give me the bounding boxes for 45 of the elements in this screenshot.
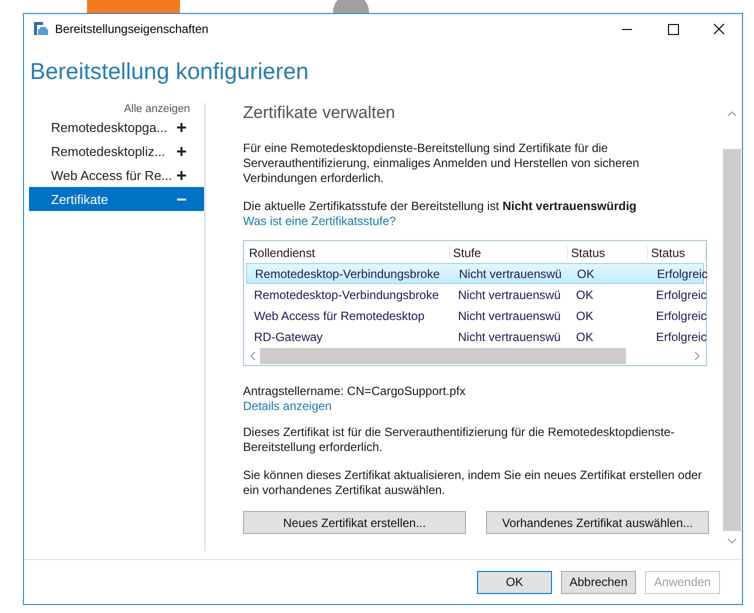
- app-icon: [33, 21, 49, 37]
- details-link[interactable]: Details anzeigen: [243, 399, 332, 413]
- table-cell-text: OK: [576, 266, 596, 280]
- table-cell-text: Nicht vertrauenswü: [458, 266, 563, 280]
- certificate-level-text: Die aktuelle Zertifikatsstufe der Bereitstellung ist Nicht vertrauenswürdig: [243, 199, 638, 214]
- table-cell-text: RD-Gateway: [253, 330, 324, 344]
- table-cell-text: Remotedesktop-Verbindungsbroke: [253, 288, 440, 302]
- vertical-scrollbar-thumb[interactable]: [723, 149, 741, 531]
- certificate-action-button[interactable]: Vorhandenes Zertifikat auswählen...: [486, 511, 709, 534]
- requirement-text: Dieses Zertifikat ist für die Serverauthentifizierung für die Remotedesktopdienste-Bereitstellung erforderlich.: [243, 425, 676, 455]
- table-cell-text: Remotedesktop-Verbindungsbroke: [254, 266, 441, 280]
- table-cell-text: OK: [575, 330, 594, 344]
- column-header[interactable]: Rollendienst: [246, 246, 450, 260]
- table-row[interactable]: RD-Gateway Nicht vertrauenswü OK Erfolgreic: [246, 326, 704, 347]
- table-cell-text: Nicht vertrauenswü: [457, 330, 562, 344]
- column-header[interactable]: Stufe: [450, 246, 568, 260]
- table-row[interactable]: Remotedesktop-Verbindungsbroke Nicht vertrauenswü OK Erfolgreic: [246, 284, 704, 305]
- dialog-heading: Bereitstellung konfigurieren: [30, 58, 310, 86]
- table-cell-text: Erfolgreic: [655, 308, 706, 322]
- certificate-action-button[interactable]: Neues Zertifikat erstellen...: [243, 511, 466, 534]
- intro-text: Für eine Remotedesktopdienste-Bereitstellung sind Zertifikate für die Serverauthentifizierung, einmaliges Anmelden und Herstellen von sicheren Verbindungen erforderlich.: [243, 141, 640, 186]
- table-cell-text: OK: [575, 288, 594, 302]
- table-cell-text: OK: [575, 308, 594, 322]
- horizontal-scrollbar-thumb[interactable]: [260, 348, 626, 364]
- dialog-button[interactable]: Abbrechen: [561, 570, 636, 594]
- certificate-level-link[interactable]: Was ist eine Zertifikatsstufe?: [243, 214, 396, 228]
- window-title: Bereitstellungseigenschaften: [55, 22, 210, 36]
- table-cell-text: Erfolgreic: [655, 288, 706, 302]
- update-hint-text: Sie können dieses Zertifikat aktualisieren, indem Sie ein neues Zertifikat erstellen oder ein vorhandenes Zertifikat auswählen.: [243, 468, 703, 498]
- show-all-link[interactable]: Alle anzeigen: [124, 103, 190, 115]
- nav-item[interactable]: Remotedesktopga...: [29, 115, 204, 139]
- table-cell-text: Erfolgreic: [655, 330, 706, 344]
- subject-name: Antragstellername: CN=CargoSupport.pfx: [243, 384, 466, 399]
- table-row[interactable]: Web Access für Remotedesktop Nicht vertrauenswü OK Erfolgreic: [246, 305, 704, 326]
- column-header[interactable]: Status: [648, 246, 706, 260]
- column-header[interactable]: Status: [568, 246, 648, 260]
- table-cell-text: Nicht vertrauenswü: [457, 288, 562, 302]
- section-heading: Zertifikate verwalten: [243, 103, 396, 123]
- nav-item[interactable]: Remotedesktopliz...: [29, 139, 204, 163]
- table-cell-text: Erfolgreic: [656, 266, 707, 280]
- nav-item[interactable]: Zertifikate: [29, 187, 204, 211]
- dialog-button[interactable]: OK: [477, 570, 552, 594]
- table-cell-text: Web Access für Remotedesktop: [253, 308, 426, 322]
- table-cell-text: Nicht vertrauenswü: [457, 308, 562, 322]
- nav-item[interactable]: Web Access für Re...: [29, 163, 204, 187]
